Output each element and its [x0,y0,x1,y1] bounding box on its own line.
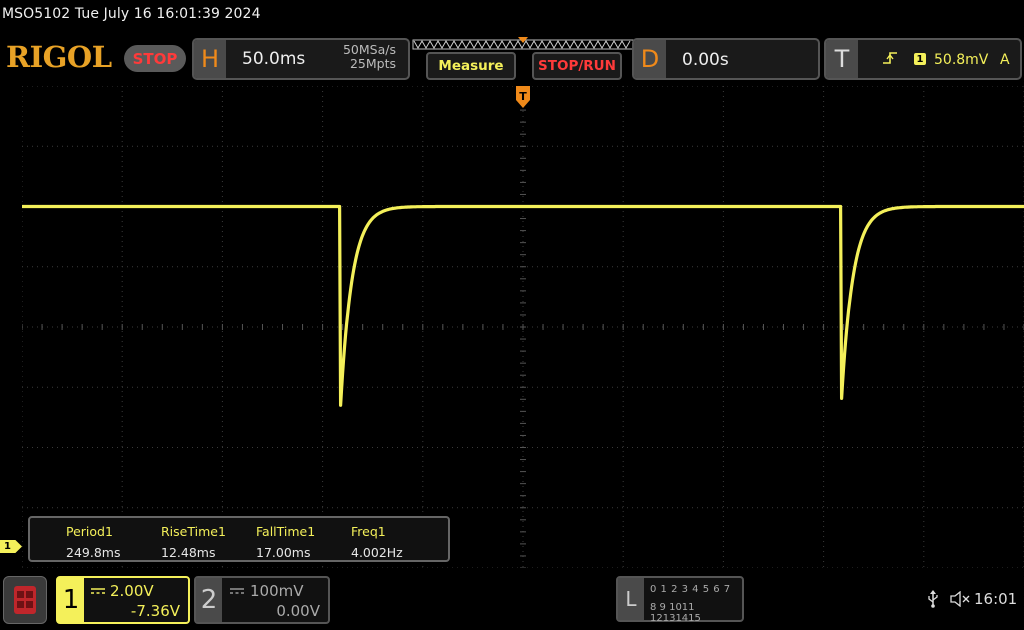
logic-channels-panel[interactable]: L 0 1 2 3 4 5 6 7 8 9 1011 12131415 [616,576,744,624]
measurement-frequency: Freq1 4.002Hz [351,524,403,560]
horizontal-panel[interactable]: H 50.0ms 50MSa/s 25Mpts [192,38,410,80]
delay-value: 0.00s [682,50,729,70]
channel2-settings[interactable]: 2 100mV 0.00V [194,576,330,624]
trigger-marker[interactable]: T [516,86,530,108]
channel1-offset: -7.36V [130,602,180,620]
trigger-level: 50.8mV [934,52,989,68]
channel1-settings[interactable]: 1 2.00V -7.36V [56,576,190,624]
sample-rate: 50MSa/s [342,42,396,57]
usb-icon [928,590,938,608]
dc-coupling-icon [91,588,105,594]
menu-grid-icon [14,586,36,614]
trigger-panel[interactable]: T 1 50.8mV A [824,38,1022,80]
measurement-period: Period1 249.8ms [66,524,120,560]
device-info-line: MSO5102 Tue July 16 16:01:39 2024 [2,6,261,22]
logic-channels-row1: 0 1 2 3 4 5 6 7 [650,584,731,595]
measure-button[interactable]: Measure [426,52,516,80]
run-state-badge[interactable]: STOP [124,45,186,72]
memory-depth: 25Mpts [349,56,396,71]
memory-position-bar[interactable] [412,37,634,51]
logic-key: L [618,578,644,620]
measurement-name: RiseTime1 [161,524,226,539]
measurement-table[interactable]: Period1 249.8ms RiseTime1 12.48ms FallTi… [28,516,450,562]
horizontal-key[interactable]: H [194,40,226,78]
delay-key[interactable]: D [634,40,666,78]
measurement-name: Period1 [66,524,113,539]
svg-text:T: T [519,90,527,103]
measurement-value: 12.48ms [161,545,216,560]
channel2-number: 2 [196,578,222,622]
acquisition-info: 50MSa/s 25Mpts [343,43,396,71]
delay-panel[interactable]: D 0.00s [632,38,820,80]
measurement-name: Freq1 [351,524,386,539]
main-menu-button[interactable] [3,576,47,624]
waveform-display[interactable]: T [22,86,1024,568]
channel2-offset: 0.00V [276,602,320,620]
rising-edge-icon [883,52,897,64]
channel1-scale: 2.00V [110,582,154,600]
measurement-rise-time: RiseTime1 12.48ms [161,524,226,560]
trigger-key[interactable]: T [826,40,858,78]
timebase-value: 50.0ms [242,49,306,69]
measurement-value: 17.00ms [256,545,311,560]
measurement-value: 249.8ms [66,545,121,560]
logic-channels-row2: 8 9 1011 12131415 [650,602,701,624]
trigger-source-badge: 1 [914,53,926,65]
channel1-level-marker[interactable]: 1 [0,540,22,553]
rigol-logo: RIGOL [6,40,112,74]
system-clock: 16:01 [974,590,1018,608]
channel2-scale: 100mV [250,582,304,600]
stop-run-button[interactable]: STOP/RUN [532,52,622,80]
measurement-name: FallTime1 [256,524,316,539]
dc-coupling-icon [230,588,244,594]
measurement-fall-time: FallTime1 17.00ms [256,524,315,560]
measurement-value: 4.002Hz [351,545,403,560]
speaker-muted-icon[interactable] [950,591,970,607]
channel1-number: 1 [58,578,84,622]
trigger-mode: A [1000,52,1010,68]
